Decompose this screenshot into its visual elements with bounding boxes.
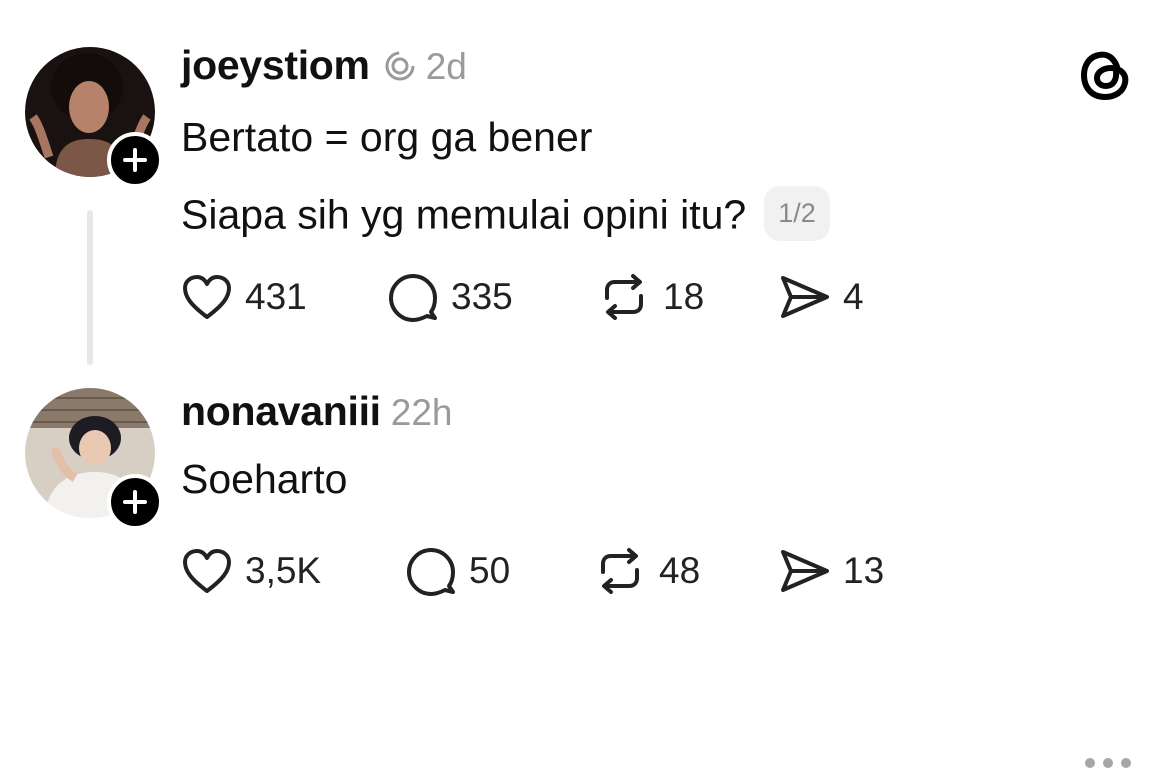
post-text-line: Soeharto [181, 456, 348, 502]
thread-connector-line [87, 210, 93, 365]
post-text-line-2: Siapa sih yg memulai opini itu? 1/2 [181, 186, 830, 245]
timestamp[interactable]: 2d [426, 46, 467, 88]
timestamp[interactable]: 22h [391, 392, 453, 434]
repost-button[interactable]: 18 [597, 272, 779, 322]
send-icon [781, 276, 829, 318]
reply-post: nonavaniii 22h Soeharto 3,5K 50 48 13 [0, 360, 1170, 768]
share-button[interactable]: 4 [779, 274, 864, 320]
repost-icon [605, 274, 643, 320]
post-text-line: Bertato = org ga bener [181, 114, 593, 160]
like-count: 431 [245, 276, 307, 317]
username[interactable]: nonavaniii [181, 388, 381, 435]
reply-button[interactable]: 335 [387, 272, 597, 322]
repost-icon [601, 548, 639, 594]
send-icon [781, 550, 829, 592]
follow-button[interactable] [107, 132, 163, 188]
post-text: Siapa sih yg memulai opini itu? [181, 191, 747, 238]
like-count: 3,5K [245, 550, 322, 591]
like-button[interactable]: 3,5K [181, 547, 405, 595]
reply-button[interactable]: 50 [405, 546, 593, 596]
page-indicator[interactable]: 1/2 [764, 186, 830, 241]
share-count: 13 [843, 550, 885, 591]
heart-icon [183, 549, 231, 593]
username[interactable]: joeystiom [181, 42, 370, 89]
reply-count: 50 [469, 550, 511, 591]
plus-icon [123, 148, 147, 172]
reply-count: 335 [451, 276, 513, 317]
heart-icon [183, 275, 231, 319]
repost-button[interactable]: 48 [593, 546, 779, 596]
like-button[interactable]: 431 [181, 273, 387, 321]
repost-count: 18 [663, 276, 705, 317]
more-dots-icon[interactable] [1085, 758, 1131, 768]
share-count: 4 [843, 276, 864, 317]
thread-post: joeystiom 2d Bertato = org ga bener Siap… [0, 0, 1170, 365]
follow-button[interactable] [107, 474, 163, 530]
share-button[interactable]: 13 [779, 548, 884, 594]
comment-bubble-icon [407, 548, 455, 596]
repost-count: 48 [659, 550, 701, 591]
plus-icon [123, 490, 147, 514]
author-ring-icon [384, 50, 416, 87]
comment-bubble-icon [389, 274, 437, 322]
